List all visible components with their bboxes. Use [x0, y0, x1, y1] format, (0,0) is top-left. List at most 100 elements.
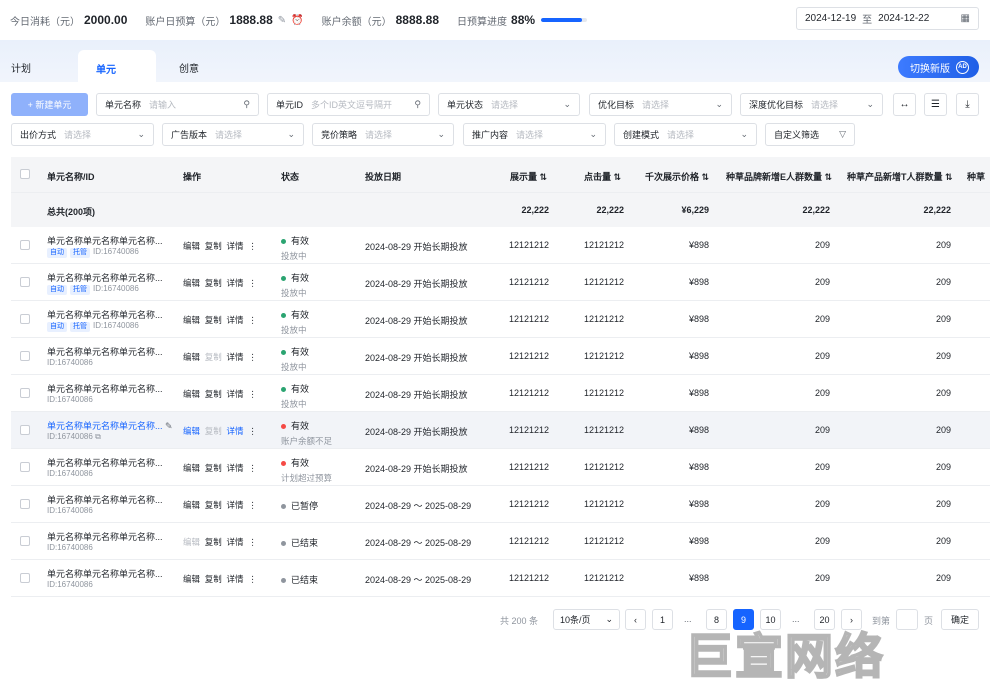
- switch-new-version-button[interactable]: 切换新版 AD: [898, 56, 979, 78]
- prev-page-button[interactable]: ‹: [625, 609, 646, 630]
- table-row[interactable]: 单元名称单元名称单元名称... ID:16740086 编辑 复制 详情 ⋮ 有…: [11, 449, 990, 486]
- filter-creation-mode[interactable]: 创建模式 请选择 ⌄: [614, 123, 757, 146]
- more-icon[interactable]: ⋮: [248, 389, 257, 399]
- goto-page-input[interactable]: [896, 609, 918, 630]
- more-icon[interactable]: ⋮: [248, 426, 257, 436]
- edit-link[interactable]: 编辑: [183, 463, 200, 473]
- unit-name-link[interactable]: 单元名称单元名称单元名称... ✎: [47, 419, 173, 432]
- more-icon[interactable]: ⋮: [248, 315, 257, 325]
- filter-unit-status[interactable]: 单元状态 请选择 ⌄: [438, 93, 580, 116]
- copy-link[interactable]: 复制: [205, 426, 222, 436]
- copy-link[interactable]: 复制: [205, 537, 222, 547]
- more-icon[interactable]: ⋮: [248, 352, 257, 362]
- list-settings-icon[interactable]: ☰: [924, 93, 947, 116]
- sort-icon[interactable]: ⇅: [702, 172, 710, 182]
- row-checkbox[interactable]: [20, 536, 30, 546]
- date-range-picker[interactable]: 2024-12-19 至 2024-12-22 ▦: [796, 7, 979, 30]
- table-row[interactable]: 单元名称单元名称单元名称... ID:16740086 编辑 复制 详情 ⋮ 有…: [11, 375, 990, 412]
- copy-link[interactable]: 复制: [205, 389, 222, 399]
- row-checkbox[interactable]: [20, 573, 30, 583]
- row-checkbox[interactable]: [20, 351, 30, 361]
- detail-link[interactable]: 详情: [227, 426, 244, 436]
- unit-name-link[interactable]: 单元名称单元名称单元名称...: [47, 456, 163, 469]
- detail-link[interactable]: 详情: [227, 241, 244, 251]
- more-icon[interactable]: ⋮: [248, 537, 257, 547]
- edit-link[interactable]: 编辑: [183, 574, 200, 584]
- row-checkbox[interactable]: [20, 388, 30, 398]
- edit-link[interactable]: 编辑: [183, 352, 200, 362]
- edit-link[interactable]: 编辑: [183, 315, 200, 325]
- row-checkbox[interactable]: [20, 462, 30, 472]
- download-icon[interactable]: ⤓: [956, 93, 979, 116]
- edit-link[interactable]: 编辑: [183, 389, 200, 399]
- table-row[interactable]: 单元名称单元名称单元名称... ID:16740086 编辑 复制 详情 ⋮ 有…: [11, 338, 990, 375]
- unit-name-link[interactable]: 单元名称单元名称单元名称...: [47, 345, 163, 358]
- alarm-clock-icon[interactable]: ⏰: [291, 15, 303, 26]
- row-checkbox[interactable]: [20, 277, 30, 287]
- filter-bid-method[interactable]: 出价方式 请选择 ⌄: [11, 123, 154, 146]
- select-all-checkbox[interactable]: [20, 169, 30, 179]
- edit-link[interactable]: 编辑: [183, 278, 200, 288]
- filter-deep-optimization-goal[interactable]: 深度优化目标 请选择 ⌄: [740, 93, 883, 116]
- unit-name-link[interactable]: 单元名称单元名称单元名称...: [47, 382, 163, 395]
- table-row[interactable]: 单元名称单元名称单元名称... ID:16740086 编辑 复制 详情 ⋮ 已…: [11, 560, 990, 597]
- copy-link[interactable]: 复制: [205, 500, 222, 510]
- tab-plan[interactable]: 计划: [11, 60, 31, 75]
- row-checkbox[interactable]: [20, 425, 30, 435]
- sort-icon[interactable]: ⇅: [945, 172, 953, 182]
- table-row[interactable]: 单元名称单元名称单元名称... 自动 托管 ID:16740086 编辑 复制 详情…: [11, 301, 990, 338]
- table-row[interactable]: 单元名称单元名称单元名称... 自动 托管 ID:16740086 编辑 复制 详情…: [11, 264, 990, 301]
- filter-ad-version[interactable]: 广告版本 请选择 ⌄: [162, 123, 304, 146]
- copy-link[interactable]: 复制: [205, 315, 222, 325]
- unit-name-link[interactable]: 单元名称单元名称单元名称...: [47, 530, 163, 543]
- unit-name-link[interactable]: 单元名称单元名称单元名称...: [47, 271, 163, 284]
- more-icon[interactable]: ⋮: [248, 241, 257, 251]
- tab-creative[interactable]: 创意: [179, 60, 199, 75]
- copy-link[interactable]: 复制: [205, 352, 222, 362]
- edit-icon[interactable]: ✎: [278, 15, 286, 26]
- copy-link[interactable]: 复制: [205, 278, 222, 288]
- row-checkbox[interactable]: [20, 240, 30, 250]
- filter-unit-id[interactable]: 单元ID 多个ID英文逗号隔开 ⚲: [267, 93, 430, 116]
- more-icon[interactable]: ⋮: [248, 574, 257, 584]
- unit-name-link[interactable]: 单元名称单元名称单元名称...: [47, 493, 163, 506]
- detail-link[interactable]: 详情: [227, 352, 244, 362]
- edit-link[interactable]: 编辑: [183, 241, 200, 251]
- table-row[interactable]: 单元名称单元名称单元名称... ✎ ID:16740086 ⧉ 编辑 复制 详情…: [11, 412, 990, 449]
- detail-link[interactable]: 详情: [227, 315, 244, 325]
- page-button[interactable]: 1: [652, 609, 673, 630]
- unit-name-link[interactable]: 单元名称单元名称单元名称...: [47, 234, 163, 247]
- row-checkbox[interactable]: [20, 314, 30, 324]
- detail-link[interactable]: 详情: [227, 537, 244, 547]
- table-row[interactable]: 单元名称单元名称单元名称... ID:16740086 编辑 复制 详情 ⋮ 已…: [11, 523, 990, 560]
- edit-icon[interactable]: ✎: [165, 421, 173, 431]
- edit-link[interactable]: 编辑: [183, 426, 200, 436]
- detail-link[interactable]: 详情: [227, 389, 244, 399]
- unit-name-link[interactable]: 单元名称单元名称单元名称...: [47, 567, 163, 580]
- unit-name-link[interactable]: 单元名称单元名称单元名称...: [47, 308, 163, 321]
- copy-link[interactable]: 复制: [205, 574, 222, 584]
- page-size-select[interactable]: 10条/页 ⌄: [553, 609, 620, 630]
- detail-link[interactable]: 详情: [227, 278, 244, 288]
- more-icon[interactable]: ⋮: [248, 463, 257, 473]
- col-cpm[interactable]: 千次展示价格 ⇅: [645, 170, 709, 183]
- copy-link[interactable]: 复制: [205, 463, 222, 473]
- detail-link[interactable]: 详情: [227, 574, 244, 584]
- sort-icon[interactable]: ⇅: [540, 172, 548, 182]
- new-unit-button[interactable]: + 新建单元: [11, 93, 88, 116]
- filter-optimization-goal[interactable]: 优化目标 请选择 ⌄: [589, 93, 732, 116]
- col-e-crowd[interactable]: 种草品牌新增E人群数量 ⇅: [726, 170, 832, 183]
- copy-link[interactable]: 复制: [205, 241, 222, 251]
- edit-link[interactable]: 编辑: [183, 537, 200, 547]
- filter-bid-strategy[interactable]: 竞价策略 请选择 ⌄: [312, 123, 454, 146]
- table-row[interactable]: 单元名称单元名称单元名称... ID:16740086 编辑 复制 详情 ⋮ 已…: [11, 486, 990, 523]
- table-row[interactable]: 单元名称单元名称单元名称... 自动 托管 ID:16740086 编辑 复制 详情…: [11, 227, 990, 264]
- more-icon[interactable]: ⋮: [248, 500, 257, 510]
- col-clicks[interactable]: 点击量 ⇅: [584, 170, 621, 183]
- filter-unit-name[interactable]: 单元名称 请输入 ⚲: [96, 93, 259, 116]
- row-checkbox[interactable]: [20, 499, 30, 509]
- more-icon[interactable]: ⋮: [248, 278, 257, 288]
- filter-promotion-content[interactable]: 推广内容 请选择 ⌄: [463, 123, 606, 146]
- col-impressions[interactable]: 展示量 ⇅: [510, 170, 547, 183]
- col-t-crowd[interactable]: 种草产品新增T人群数量 ⇅: [847, 170, 953, 183]
